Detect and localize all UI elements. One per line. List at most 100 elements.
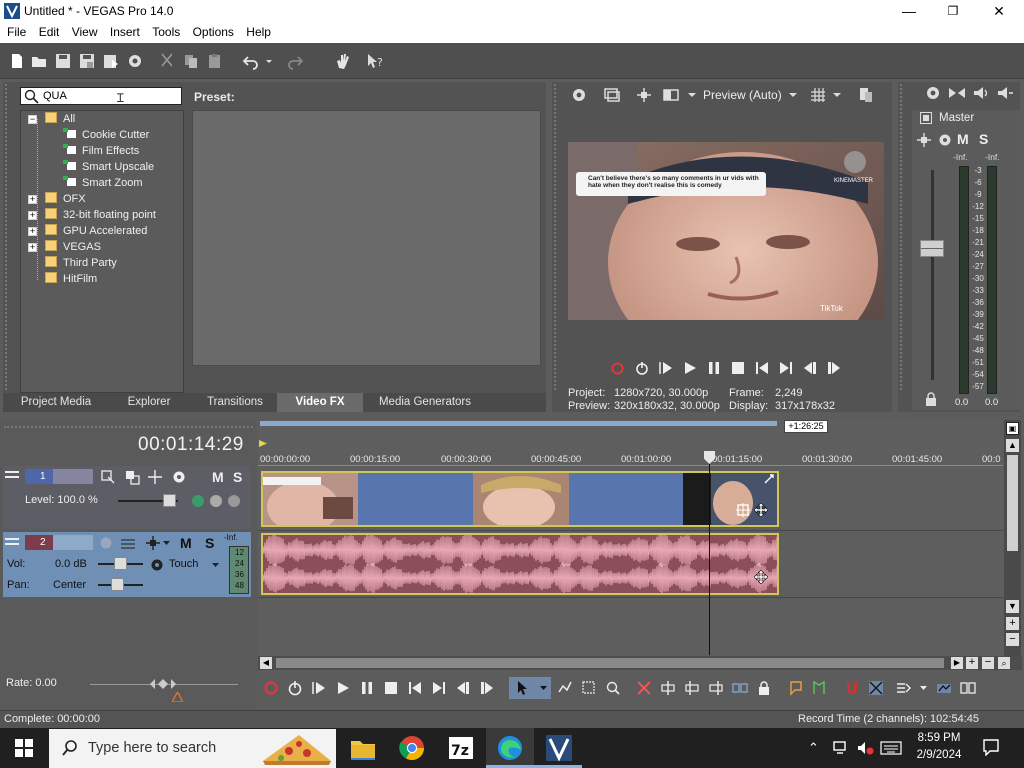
tree-item-all[interactable]: All <box>45 112 75 128</box>
next-frame-icon[interactable] <box>827 361 841 375</box>
delete-icon[interactable] <box>636 680 652 696</box>
previous-frame-icon[interactable] <box>455 680 471 696</box>
speaker-icon[interactable] <box>972 84 990 102</box>
tab-explorer[interactable]: Explorer <box>107 393 191 412</box>
menu-edit[interactable]: Edit <box>32 23 60 39</box>
downmix-icon[interactable] <box>948 84 966 102</box>
snapping-magnet-icon[interactable] <box>844 680 860 696</box>
preview-quality-dropdown-icon[interactable] <box>788 90 798 100</box>
copy-icon[interactable] <box>182 52 200 70</box>
go-to-start-icon[interactable] <box>755 361 769 375</box>
trim-icon[interactable] <box>660 680 676 696</box>
menu-view[interactable]: View <box>65 23 98 39</box>
arm-record-icon[interactable] <box>99 536 113 550</box>
vertical-scroll-thumb[interactable] <box>1007 455 1018 551</box>
play-from-start-icon[interactable] <box>659 361 673 375</box>
level-slider-handle[interactable] <box>163 494 176 507</box>
video-event-clip[interactable] <box>261 471 779 533</box>
track1-mute-button[interactable]: M <box>212 469 224 485</box>
timeline-cursor-time[interactable]: 00:01:14:29 <box>138 434 244 456</box>
7zip-icon[interactable]: 7z <box>446 733 476 763</box>
loop-region-bar[interactable] <box>260 421 777 426</box>
lock-event-icon[interactable] <box>756 680 772 696</box>
notifications-icon[interactable] <box>982 738 1000 756</box>
play-from-start-icon[interactable] <box>311 680 327 696</box>
menu-file[interactable]: File <box>0 23 26 39</box>
track-minimize-icon[interactable] <box>5 469 19 481</box>
save-icon[interactable] <box>54 52 72 70</box>
close-button[interactable]: ✕ <box>976 0 1022 23</box>
event-fx-icon[interactable] <box>763 473 775 485</box>
vertical-scrollbar[interactable]: ▣ ▲ ▼ + − <box>1004 420 1021 670</box>
scroll-up-icon[interactable]: ▲ <box>1006 439 1019 452</box>
file-explorer-icon[interactable] <box>348 733 378 763</box>
go-to-end-icon[interactable] <box>431 680 447 696</box>
overlays-dropdown-icon[interactable] <box>832 90 842 100</box>
menu-options[interactable]: Options <box>186 23 234 39</box>
tree-item-smart-zoom[interactable]: Smart Zoom <box>63 176 143 192</box>
dim-output-icon[interactable] <box>996 84 1014 102</box>
tree-item-gpu-accelerated[interactable]: GPU Accelerated <box>45 224 147 240</box>
external-monitor-icon[interactable] <box>603 86 621 104</box>
tab-transitions[interactable]: Transitions <box>193 393 277 412</box>
render-icon[interactable] <box>102 52 120 70</box>
pause-icon[interactable] <box>359 680 375 696</box>
normal-edit-tool-icon[interactable] <box>515 680 531 696</box>
track-header-audio[interactable]: 2 M S Vol: 0.0 dB Touch Pan: Center -Inf… <box>3 532 251 597</box>
paste-icon[interactable] <box>206 52 224 70</box>
windows-start-icon[interactable] <box>15 739 33 757</box>
automation-mode-select[interactable]: Touch <box>169 558 198 570</box>
tree-item-vegas[interactable]: VEGAS <box>45 240 101 256</box>
zoom-tool-icon[interactable]: ⌕ <box>998 657 1010 669</box>
expand-vegas-toggle[interactable]: + <box>28 243 37 252</box>
lock-envelopes-icon[interactable] <box>936 680 952 696</box>
fx-search-box[interactable]: Ɪ <box>20 87 182 105</box>
playhead-cursor[interactable] <box>709 452 710 655</box>
whats-this-help-icon[interactable]: ? <box>366 52 384 70</box>
fx-search-input[interactable] <box>43 89 178 103</box>
track-fx-icon[interactable] <box>120 535 136 551</box>
edit-tool-dropdown-icon[interactable] <box>539 684 548 693</box>
track2-solo-button[interactable]: S <box>205 535 214 551</box>
zoom-in-horizontal-icon[interactable]: + <box>966 657 978 669</box>
expand-gpu-toggle[interactable]: + <box>28 227 37 236</box>
save-as-icon[interactable] <box>78 52 96 70</box>
clock-time[interactable]: 8:59 PM <box>914 732 964 744</box>
split-screen-icon[interactable] <box>662 86 680 104</box>
menu-tools[interactable]: Tools <box>145 23 180 39</box>
track-settings-gear-icon[interactable] <box>171 469 187 485</box>
auto-crossfade-icon[interactable] <box>868 680 884 696</box>
tree-item-hitfilm[interactable]: HitFilm <box>45 272 97 288</box>
zoom-out-vertical-icon[interactable]: − <box>1006 633 1019 646</box>
pan-slider-handle[interactable] <box>111 578 124 591</box>
record-icon[interactable] <box>611 362 624 375</box>
track-list-menu-icon[interactable]: ▣ <box>1006 422 1019 435</box>
event-pan-crop-icon[interactable] <box>736 503 750 517</box>
zoom-tool-icon[interactable] <box>605 680 621 696</box>
enable-snapping-hand-icon[interactable] <box>334 52 352 70</box>
expand-ofx-toggle[interactable]: + <box>28 195 37 204</box>
show-hidden-icons-icon[interactable]: ⌃ <box>808 740 819 756</box>
maximize-button[interactable]: ❐ <box>930 0 976 23</box>
chrome-icon[interactable] <box>397 733 427 763</box>
copy-snapshot-icon[interactable] <box>857 86 875 104</box>
scroll-left-icon[interactable]: ◀ <box>260 657 272 669</box>
volume-muted-icon[interactable] <box>856 740 874 756</box>
record-icon[interactable] <box>263 680 279 696</box>
audio-event-clip[interactable] <box>261 533 779 595</box>
preview-quality-select[interactable]: Preview (Auto) <box>703 88 782 102</box>
new-file-icon[interactable] <box>8 52 26 70</box>
selection-tool-icon[interactable] <box>581 680 597 696</box>
volume-slider-handle[interactable] <box>114 557 127 570</box>
redo-icon[interactable] <box>286 52 304 70</box>
split-icon[interactable] <box>732 680 748 696</box>
preview-properties-gear-icon[interactable] <box>570 86 588 104</box>
tree-item-smart-upscale[interactable]: Smart Upscale <box>63 160 154 176</box>
insert-region-icon[interactable] <box>812 680 828 696</box>
track-fx-icon[interactable] <box>124 469 140 485</box>
ignore-grouping-icon[interactable] <box>960 680 976 696</box>
tab-media-generators[interactable]: Media Generators <box>363 393 487 412</box>
lock-icon[interactable] <box>924 392 938 406</box>
loop-playback-icon[interactable] <box>287 680 303 696</box>
track-minimize-icon[interactable] <box>5 536 19 548</box>
